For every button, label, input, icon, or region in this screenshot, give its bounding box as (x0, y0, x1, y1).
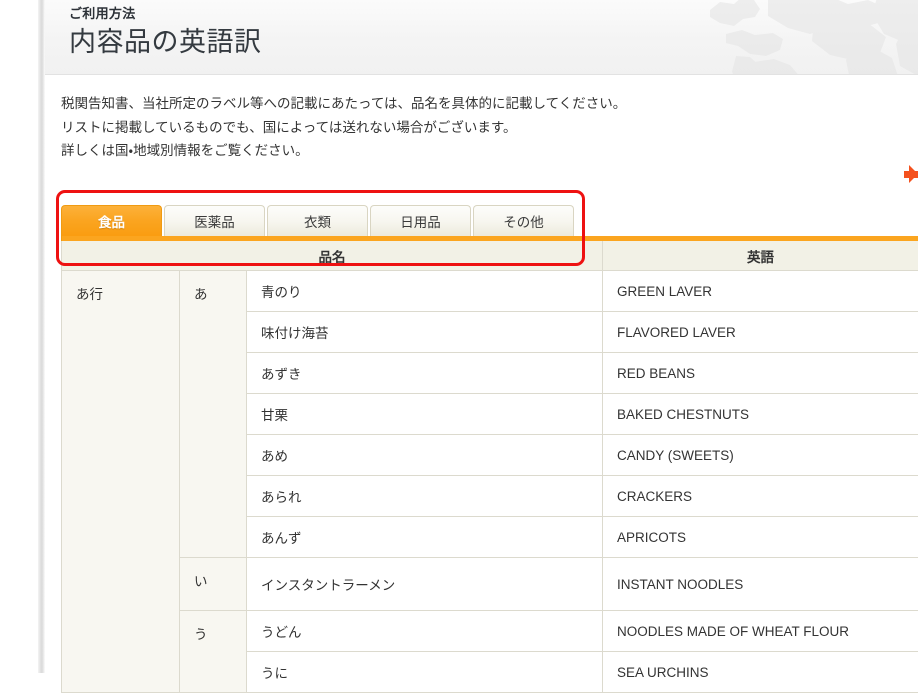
world-map-watermark-icon (618, 0, 918, 75)
page-frame: ご利用方法 内容品の英語訳 税関告知書、当社所定のラベル等への記載にあたっては、… (0, 0, 918, 673)
table-row: い インスタントラーメン INSTANT NOODLES (62, 558, 918, 611)
table-body: あ行 あ 青のり GREEN LAVER 味付け海苔 FLAVORED LAVE… (62, 271, 918, 693)
page-title: 内容品の英語訳 (69, 24, 262, 62)
item-english-cell: CRACKERS (603, 476, 918, 517)
left-vertical-rule (38, 0, 45, 673)
column-header-english: 英語 (603, 241, 918, 271)
item-name-cell: あられ (247, 476, 603, 517)
item-name-cell: あずき (247, 353, 603, 394)
description-line-2: リストに掲載しているものでも、国によっては送れない場合がございます。 (61, 116, 901, 140)
item-name-cell: あんず (247, 517, 603, 558)
item-name-cell: うに (247, 652, 603, 693)
page-eyebrow: ご利用方法 (69, 4, 262, 23)
item-english-cell: FLAVORED LAVER (603, 312, 918, 353)
content-area: ご利用方法 内容品の英語訳 税関告知書、当社所定のラベル等への記載にあたっては、… (45, 0, 918, 673)
group-label-cell: あ行 (62, 271, 180, 693)
left-gutter (0, 0, 38, 673)
item-name-cell: 甘栗 (247, 394, 603, 435)
description-line-3: 詳しくは国・地域別情報をご覧ください。 (61, 139, 901, 163)
table-header-row: 品名 英語 (62, 241, 918, 271)
item-english-cell: GREEN LAVER (603, 271, 918, 312)
item-english-cell: NOODLES MADE OF WHEAT FLOUR (603, 611, 918, 652)
item-name-cell: インスタントラーメン (247, 558, 603, 611)
description-line-1: 税関告知書、当社所定のラベル等への記載にあたっては、品名を具体的に記載してくださ… (61, 92, 901, 116)
item-english-cell: BAKED CHESTNUTS (603, 394, 918, 435)
column-header-name: 品名 (62, 241, 603, 271)
item-english-cell: APRICOTS (603, 517, 918, 558)
item-name-cell: うどん (247, 611, 603, 652)
right-arrow-tab-icon[interactable] (904, 165, 918, 184)
item-name-cell: あめ (247, 435, 603, 476)
header-text-block: ご利用方法 内容品の英語訳 (69, 4, 262, 62)
description-block: 税関告知書、当社所定のラベル等への記載にあたっては、品名を具体的に記載してくださ… (61, 92, 901, 163)
item-english-cell: INSTANT NOODLES (603, 558, 918, 611)
arrow-head (909, 165, 918, 183)
kana-cell: い (180, 558, 247, 611)
page-header: ご利用方法 内容品の英語訳 (45, 0, 918, 75)
table-row: あ行 あ 青のり GREEN LAVER (62, 271, 918, 312)
item-name-cell: 青のり (247, 271, 603, 312)
item-english-cell: CANDY (SWEETS) (603, 435, 918, 476)
translation-table: 品名 英語 あ行 あ 青のり GREEN LAVER 味付け海苔 FLAVORE… (61, 236, 918, 693)
kana-cell: う (180, 611, 247, 693)
item-name-cell: 味付け海苔 (247, 312, 603, 353)
table-row: う うどん NOODLES MADE OF WHEAT FLOUR (62, 611, 918, 652)
kana-cell: あ (180, 271, 247, 558)
item-english-cell: RED BEANS (603, 353, 918, 394)
item-english-cell: SEA URCHINS (603, 652, 918, 693)
